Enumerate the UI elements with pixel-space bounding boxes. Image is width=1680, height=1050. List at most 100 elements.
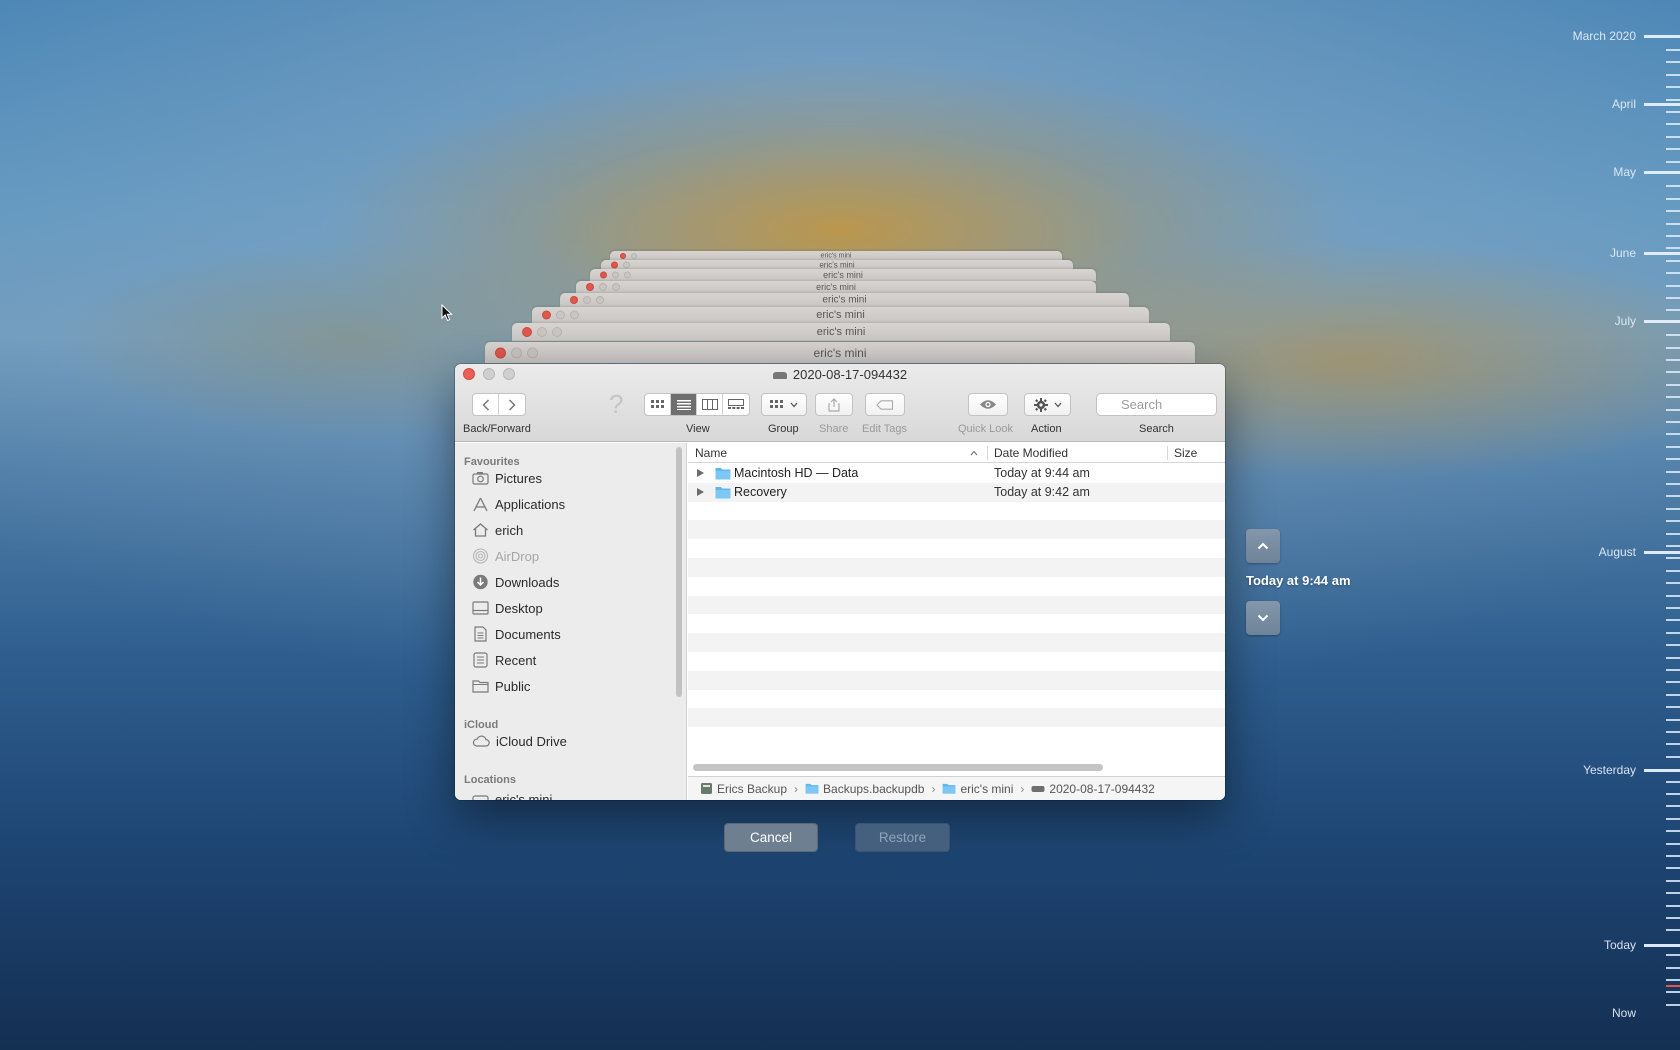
snapshot-window[interactable]: eric's mini — [512, 323, 1170, 341]
next-snapshot-button[interactable] — [1246, 601, 1280, 635]
column-name[interactable]: Name — [695, 446, 727, 460]
sidebar-item-erich[interactable]: erich — [472, 519, 523, 541]
timeline-tick[interactable] — [1666, 905, 1680, 907]
timeline-tick[interactable] — [1666, 669, 1680, 671]
timeline-tick[interactable] — [1666, 285, 1680, 287]
timeline-tick[interactable] — [1666, 607, 1680, 609]
timeline-tick[interactable] — [1666, 74, 1680, 76]
timeline-label[interactable]: Now — [1612, 1006, 1636, 1020]
sidebar-item-pictures[interactable]: Pictures — [472, 467, 542, 489]
timeline-major-tick[interactable] — [1644, 944, 1680, 947]
timeline-tick[interactable] — [1666, 954, 1680, 956]
timeline-tick[interactable] — [1666, 719, 1680, 721]
timeline-current-marker[interactable] — [1666, 985, 1680, 987]
timeline-major-tick[interactable] — [1644, 252, 1680, 255]
table-row[interactable]: Macintosh HD — Data Today at 9:44 am — [688, 464, 1225, 483]
timeline-major-tick[interactable] — [1644, 103, 1680, 106]
search-input[interactable] — [1096, 393, 1217, 416]
path-item[interactable]: 2020-08-17-094432 — [1031, 782, 1155, 796]
timeline-tick[interactable] — [1666, 148, 1680, 150]
timeline-tick[interactable] — [1666, 805, 1680, 807]
timeline-tick[interactable] — [1666, 483, 1680, 485]
timeline-tick[interactable] — [1666, 632, 1680, 634]
timeline-tick[interactable] — [1666, 570, 1680, 572]
timeline-tick[interactable] — [1666, 508, 1680, 510]
icon-view-button[interactable] — [645, 394, 671, 415]
sidebar-item-icloud-drive[interactable]: iCloud Drive — [472, 730, 567, 752]
timeline-label[interactable]: March 2020 — [1573, 29, 1636, 43]
timeline-tick[interactable] — [1666, 681, 1680, 683]
snapshot-window[interactable]: eric's mini — [485, 342, 1195, 363]
timeline-tick[interactable] — [1666, 781, 1680, 783]
timeline-tick[interactable] — [1666, 756, 1680, 758]
timeline-label[interactable]: July — [1615, 314, 1636, 328]
timeline-tick[interactable] — [1666, 334, 1680, 336]
timeline-major-tick[interactable] — [1644, 320, 1680, 323]
action-button[interactable] — [1024, 393, 1071, 416]
timeline-tick[interactable] — [1666, 446, 1680, 448]
timeline-tick[interactable] — [1666, 210, 1680, 212]
timeline-tick[interactable] — [1666, 136, 1680, 138]
timeline-tick[interactable] — [1666, 99, 1680, 101]
sidebar-item-public[interactable]: Public — [472, 675, 530, 697]
snapshot-window[interactable]: eric's mini — [610, 251, 1062, 260]
timeline-tick[interactable] — [1666, 49, 1680, 51]
timeline-tick[interactable] — [1666, 843, 1680, 845]
sidebar-item-desktop[interactable]: Desktop — [472, 597, 543, 619]
timeline-tick[interactable] — [1666, 161, 1680, 163]
timeline-tick[interactable] — [1666, 384, 1680, 386]
snapshot-window[interactable]: eric's mini — [590, 269, 1096, 281]
timeline-tick[interactable] — [1666, 223, 1680, 225]
column-date-modified[interactable]: Date Modified — [994, 446, 1068, 460]
timeline-tick[interactable] — [1666, 458, 1680, 460]
timeline-tick[interactable] — [1666, 545, 1680, 547]
timeline-tick[interactable] — [1666, 309, 1680, 311]
snapshot-window[interactable]: eric's mini — [576, 281, 1096, 293]
previous-snapshot-button[interactable] — [1246, 529, 1280, 563]
timeline-tick[interactable] — [1666, 830, 1680, 832]
timeline-tick[interactable] — [1666, 706, 1680, 708]
column-size[interactable]: Size — [1174, 446, 1197, 460]
timeline-label[interactable]: Yesterday — [1583, 763, 1636, 777]
edit-tags-button[interactable] — [865, 393, 905, 416]
snapshot-window[interactable]: eric's mini — [532, 307, 1149, 323]
path-item[interactable]: Erics Backup — [700, 782, 787, 796]
timeline-tick[interactable] — [1666, 619, 1680, 621]
timeline-tick[interactable] — [1666, 793, 1680, 795]
sidebar-item-erics-mini[interactable]: eric's mini — [472, 788, 552, 800]
timeline-label[interactable]: May — [1613, 165, 1636, 179]
timeline-tick[interactable] — [1666, 396, 1680, 398]
timeline-tick[interactable] — [1666, 359, 1680, 361]
help-icon[interactable]: ? — [609, 389, 623, 420]
sidebar-item-documents[interactable]: Documents — [472, 623, 561, 645]
timeline-major-tick[interactable] — [1644, 551, 1680, 554]
path-item[interactable]: eric's mini — [942, 782, 1013, 796]
table-row[interactable]: Recovery Today at 9:42 am — [688, 482, 1225, 502]
timeline-tick[interactable] — [1666, 371, 1680, 373]
timeline-tick[interactable] — [1666, 520, 1680, 522]
sidebar-item-recent[interactable]: Recent — [472, 649, 536, 671]
timeline-tick[interactable] — [1666, 743, 1680, 745]
timeline-tick[interactable] — [1666, 967, 1680, 969]
timeline-tick[interactable] — [1666, 421, 1680, 423]
timeline-tick[interactable] — [1666, 818, 1680, 820]
sidebar-scrollbar[interactable] — [676, 447, 682, 697]
timeline-tick[interactable] — [1666, 694, 1680, 696]
timeline-tick[interactable] — [1666, 409, 1680, 411]
timeline-tick[interactable] — [1666, 892, 1680, 894]
timeline-tick[interactable] — [1666, 471, 1680, 473]
timeline-tick[interactable] — [1666, 433, 1680, 435]
column-view-button[interactable] — [697, 394, 723, 415]
timeline-tick[interactable] — [1666, 657, 1680, 659]
timeline-tick[interactable] — [1666, 260, 1680, 262]
timeline-tick[interactable] — [1666, 123, 1680, 125]
cancel-button[interactable]: Cancel — [724, 823, 818, 852]
timeline-tick[interactable] — [1666, 198, 1680, 200]
timeline-tick[interactable] — [1666, 979, 1680, 981]
timeline-tick[interactable] — [1666, 347, 1680, 349]
timeline-label[interactable]: April — [1612, 97, 1636, 111]
timeline-tick[interactable] — [1666, 880, 1680, 882]
horizontal-scrollbar[interactable] — [693, 764, 1103, 771]
disclosure-triangle-icon[interactable] — [697, 469, 704, 477]
share-button[interactable] — [815, 393, 853, 416]
